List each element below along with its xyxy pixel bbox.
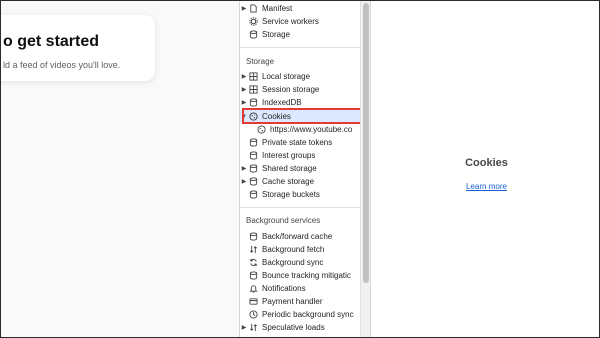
expand-arrow-icon[interactable]: ▶ — [240, 178, 248, 185]
database-icon — [248, 232, 258, 242]
cookies-highlight-box — [242, 108, 362, 124]
learn-more-link[interactable]: Learn more — [372, 182, 599, 191]
database-icon — [248, 138, 258, 148]
expand-arrow-icon[interactable]: ▶ — [240, 99, 248, 106]
sidebar-item-background-fetch[interactable]: Background fetch — [240, 243, 362, 256]
gear-icon — [248, 17, 258, 27]
expand-arrow-icon[interactable]: ▶ — [240, 324, 248, 331]
sidebar-item-label: Interest groups — [262, 151, 316, 160]
sidebar-item-label: Payment handler — [262, 297, 323, 306]
expand-arrow-icon[interactable]: ▶ — [240, 86, 248, 93]
fetch-icon — [248, 245, 258, 255]
cookies-pane: Cookies Learn more — [372, 1, 599, 337]
database-icon — [248, 30, 258, 40]
sidebar-item-label: Storage — [262, 30, 291, 39]
sidebar-item-label: https://www.youtube.co — [270, 125, 353, 134]
sidebar-item-label: Periodic background sync — [262, 310, 354, 319]
sidebar-item-interest-groups[interactable]: Interest groups — [240, 149, 362, 162]
sidebar-item-session-storage[interactable]: ▶ Session storage — [240, 83, 362, 96]
sidebar-item-label: Shared storage — [262, 164, 317, 173]
sidebar-item-label: Speculative loads — [262, 323, 325, 332]
sidebar-item-label: Back/forward cache — [262, 232, 333, 241]
pane-title: Cookies — [465, 157, 508, 169]
get-started-subtext: ld a feed of videos you'll love. — [3, 60, 121, 70]
sidebar-item-speculative-loads[interactable]: ▶ Speculative loads — [240, 321, 362, 334]
sidebar-item-label: Storage buckets — [262, 190, 320, 199]
sidebar-item-storage-buckets[interactable]: Storage buckets — [240, 188, 362, 201]
sync-icon — [248, 258, 258, 268]
sidebar-item-label: IndexedDB — [262, 98, 302, 107]
sidebar-item-storage[interactable]: Storage — [240, 28, 362, 41]
sidebar-item-bounce-tracking[interactable]: Bounce tracking mitigatic — [240, 269, 362, 282]
sidebar-item-label: Bounce tracking mitigatic — [262, 271, 351, 280]
sidebar-item-manifest[interactable]: ▶ Manifest — [240, 2, 362, 15]
database-icon — [248, 271, 258, 281]
card-icon — [248, 297, 258, 307]
section-divider — [240, 47, 362, 48]
sidebar-item-label: Cache storage — [262, 177, 315, 186]
bell-icon — [248, 284, 258, 294]
grid-icon — [248, 85, 258, 95]
sidebar-item-background-sync[interactable]: Background sync — [240, 256, 362, 269]
sidebar-item-cache-storage[interactable]: ▶ Cache storage — [240, 175, 362, 188]
sidebar-item-payment-handler[interactable]: Payment handler — [240, 295, 362, 308]
sidebar-item-private-state-tokens[interactable]: Private state tokens — [240, 136, 362, 149]
database-icon — [248, 190, 258, 200]
sidebar-item-label: Manifest — [262, 4, 293, 13]
database-icon — [248, 164, 258, 174]
sidebar-scrollbar[interactable] — [360, 1, 370, 337]
sidebar-item-label: Private state tokens — [262, 138, 333, 147]
sidebar-item-shared-storage[interactable]: ▶ Shared storage — [240, 162, 362, 175]
sidebar-item-service-workers[interactable]: Service workers — [240, 15, 362, 28]
expand-arrow-icon[interactable]: ▶ — [240, 5, 248, 12]
expand-arrow-icon[interactable]: ▶ — [240, 165, 248, 172]
sidebar-item-cookie-origin[interactable]: https://www.youtube.co — [240, 123, 362, 136]
sidebar-item-label: Local storage — [262, 72, 311, 81]
section-divider — [240, 207, 362, 208]
clock-icon — [248, 310, 258, 320]
expand-arrow-icon[interactable]: ▶ — [240, 73, 248, 80]
grid-icon — [248, 72, 258, 82]
sidebar-item-local-storage[interactable]: ▶ Local storage — [240, 70, 362, 83]
get-started-heading: o get started — [3, 33, 100, 50]
youtube-page: o get started ld a feed of videos you'll… — [1, 1, 239, 337]
screen: o get started ld a feed of videos you'll… — [0, 0, 600, 338]
database-icon — [248, 177, 258, 187]
cookie-icon — [256, 125, 266, 135]
sidebar-item-notifications[interactable]: Notifications — [240, 282, 362, 295]
get-started-card: o get started ld a feed of videos you'll… — [1, 15, 155, 81]
database-icon — [248, 98, 258, 108]
sidebar-item-label: Background sync — [262, 258, 324, 267]
scrollbar-thumb[interactable] — [363, 3, 369, 283]
application-sidebar[interactable]: ▶ Manifest Service workers Storage Stora… — [239, 1, 371, 337]
sidebar-item-periodic-background-sync[interactable]: Periodic background sync — [240, 308, 362, 321]
storage-section-title: Storage — [246, 57, 275, 66]
sidebar-item-label: Session storage — [262, 85, 320, 94]
sidebar-item-label: Notifications — [262, 284, 306, 293]
fetch-icon — [248, 323, 258, 333]
sidebar-item-label: Background fetch — [262, 245, 325, 254]
database-icon — [248, 151, 258, 161]
sidebar-item-back-forward-cache[interactable]: Back/forward cache — [240, 230, 362, 243]
background-services-section-title: Background services — [246, 216, 321, 225]
sidebar-item-label: Service workers — [262, 17, 319, 26]
document-icon — [248, 4, 258, 14]
